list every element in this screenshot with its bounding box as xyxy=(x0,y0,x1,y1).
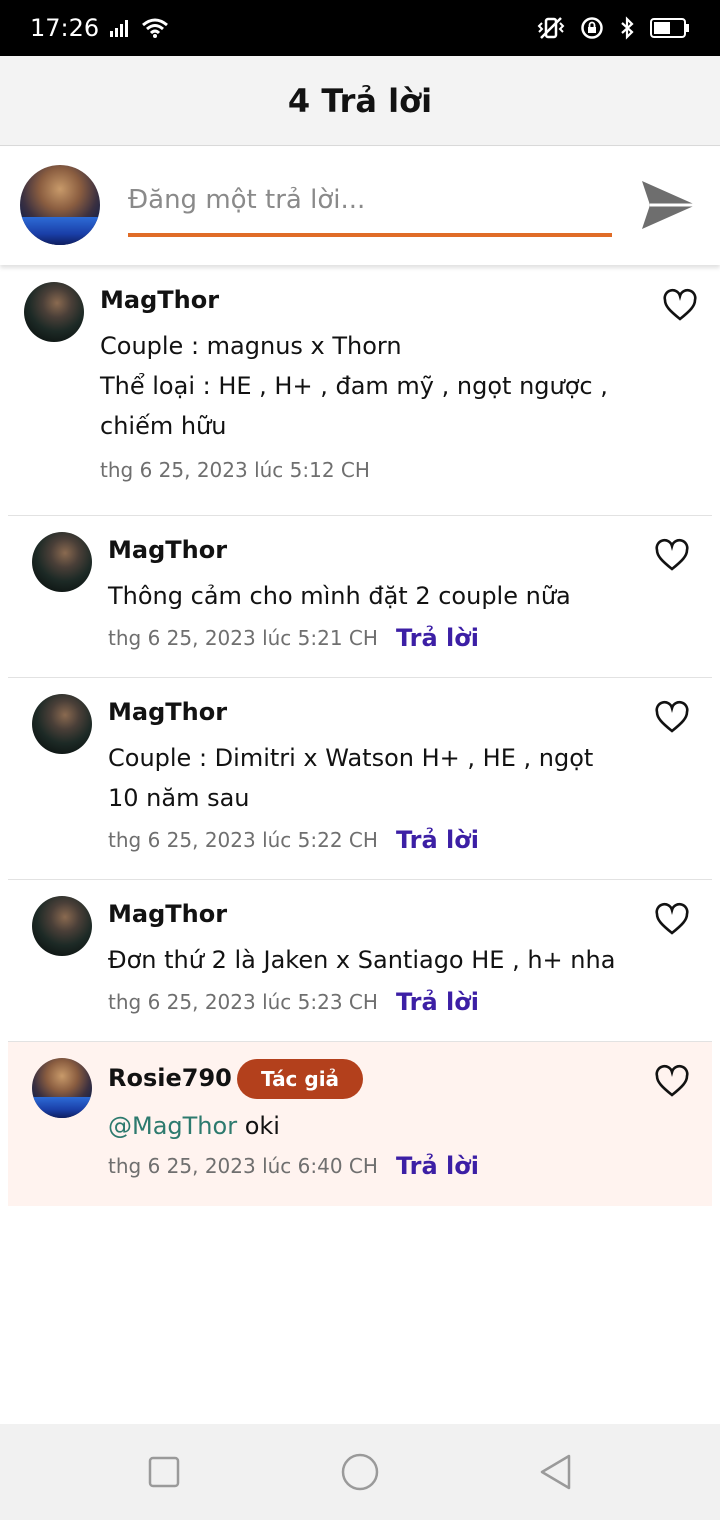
avatar xyxy=(24,282,84,342)
wifi-icon xyxy=(142,18,169,38)
reply-button[interactable]: Trả lời xyxy=(396,988,479,1016)
comment-timestamp: thg 6 25, 2023 lúc 5:12 CH xyxy=(100,458,370,482)
like-heart-icon[interactable] xyxy=(662,288,698,324)
recent-apps-icon[interactable] xyxy=(147,1455,181,1489)
system-nav-bar xyxy=(0,1424,720,1520)
comment-text-line: Thông cảm cho mình đặt 2 couple nữa xyxy=(108,582,571,610)
status-bar: 17:26 xyxy=(0,0,720,56)
battery-icon xyxy=(650,18,689,38)
reply-input[interactable] xyxy=(128,177,612,237)
like-heart-icon[interactable] xyxy=(654,1064,690,1100)
comment-text-line: Đơn thứ 2 là Jaken x Santiago HE , h+ nh… xyxy=(108,946,616,974)
comment-author: MagThor xyxy=(100,286,220,314)
comment-item: MagThor Đơn thứ 2 là Jaken x Santiago HE… xyxy=(0,880,720,1042)
comment-author: Rosie790 xyxy=(108,1064,232,1092)
back-icon[interactable] xyxy=(538,1452,574,1492)
home-icon[interactable] xyxy=(340,1452,380,1492)
comment-author: MagThor xyxy=(108,900,228,928)
avatar xyxy=(32,1058,92,1118)
comment-item-highlighted: Rosie790 Tác giả @MagThor oki thg 6 25, … xyxy=(8,1042,712,1206)
comment-text-line: 10 năm sau xyxy=(108,784,250,812)
page-header: 4 Trả lời xyxy=(0,56,720,146)
comment-text-line: Couple : magnus x Thorn xyxy=(100,332,402,360)
comment-author: MagThor xyxy=(108,536,228,564)
comment-author: MagThor xyxy=(108,698,228,726)
avatar xyxy=(32,896,92,956)
comment-item: MagThor Couple : Dimitri x Watson H+ , H… xyxy=(0,678,720,880)
like-heart-icon[interactable] xyxy=(654,538,690,574)
vibrate-icon xyxy=(537,17,565,39)
rotation-lock-icon xyxy=(581,17,603,39)
reply-button[interactable]: Trả lời xyxy=(396,826,479,854)
comment-text: @MagThor oki xyxy=(108,1106,280,1146)
comment-item: MagThor Thông cảm cho mình đặt 2 couple … xyxy=(0,516,720,678)
author-badge: Tác giả xyxy=(237,1059,364,1099)
comment-timestamp: thg 6 25, 2023 lúc 5:22 CH xyxy=(108,828,378,852)
reply-button[interactable]: Trả lời xyxy=(396,624,479,652)
bluetooth-icon xyxy=(621,16,634,40)
avatar xyxy=(32,532,92,592)
reply-button[interactable]: Trả lời xyxy=(396,1152,479,1180)
signal-icon xyxy=(110,20,129,37)
status-time: 17:26 xyxy=(30,14,100,42)
page-title: 4 Trả lời xyxy=(287,81,433,120)
comment-text-line: Thể loại : HE , H+ , đam mỹ , ngọt ngược… xyxy=(100,372,608,400)
comment-item: MagThor Couple : magnus x Thorn Thể loại… xyxy=(0,266,720,516)
like-heart-icon[interactable] xyxy=(654,700,690,736)
comment-timestamp: thg 6 25, 2023 lúc 6:40 CH xyxy=(108,1154,378,1178)
send-icon xyxy=(642,181,696,229)
comment-text-line: Couple : Dimitri x Watson H+ , HE , ngọt xyxy=(108,744,594,772)
comment-timestamp: thg 6 25, 2023 lúc 5:23 CH xyxy=(108,990,378,1014)
mention-link[interactable]: @MagThor xyxy=(108,1112,237,1140)
comment-timestamp: thg 6 25, 2023 lúc 5:21 CH xyxy=(108,626,378,650)
comment-text-body: oki xyxy=(237,1112,280,1140)
current-user-avatar xyxy=(20,165,100,245)
avatar xyxy=(32,694,92,754)
send-button[interactable] xyxy=(638,175,700,235)
comment-text-line: chiếm hữu xyxy=(100,412,227,440)
reply-composer xyxy=(0,147,720,265)
like-heart-icon[interactable] xyxy=(654,902,690,938)
